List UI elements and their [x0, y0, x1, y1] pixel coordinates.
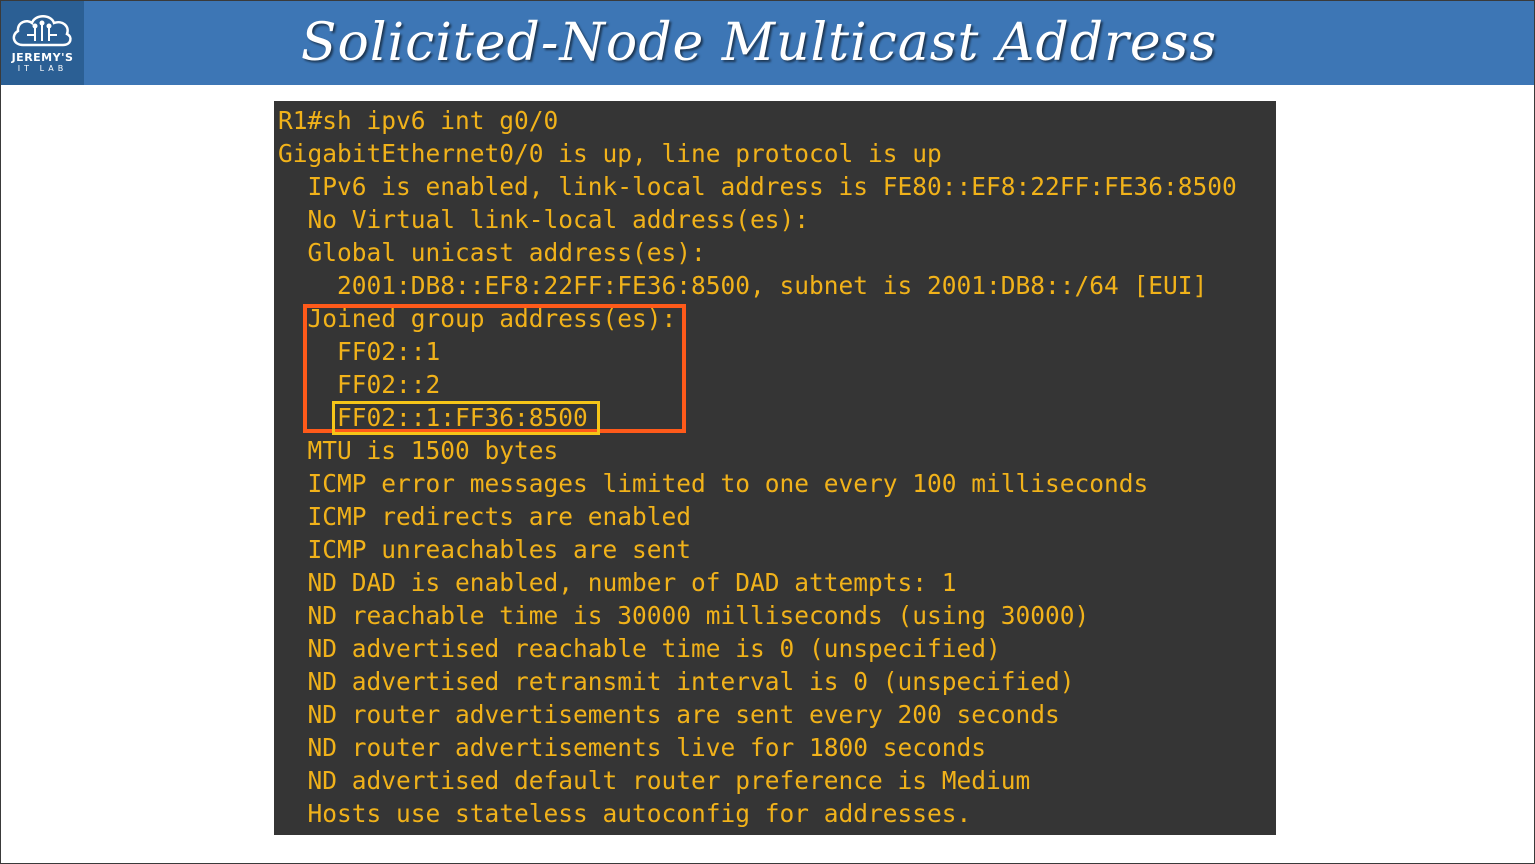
- terminal-line: ICMP error messages limited to one every…: [278, 469, 1149, 498]
- logo-text-primary: JEREMY'S: [11, 51, 74, 64]
- terminal-line: ND advertised reachable time is 0 (unspe…: [278, 634, 1001, 663]
- terminal-line: ND DAD is enabled, number of DAD attempt…: [278, 568, 957, 597]
- terminal-line: ICMP redirects are enabled: [278, 502, 692, 531]
- terminal-line: Global unicast address(es):: [278, 238, 706, 267]
- terminal-line: IPv6 is enabled, link-local address is F…: [278, 172, 1237, 201]
- terminal-line: GigabitEthernet0/0 is up, line protocol …: [278, 139, 942, 168]
- terminal-line: ND router advertisements are sent every …: [278, 700, 1060, 729]
- solicited-node-highlight-box: [332, 401, 600, 435]
- terminal-line: ND advertised retransmit interval is 0 (…: [278, 667, 1075, 696]
- terminal-line: MTU is 1500 bytes: [278, 436, 559, 465]
- terminal-line: ND router advertisements live for 1800 s…: [278, 733, 987, 762]
- terminal-line: Hosts use stateless autoconfig for addre…: [278, 799, 972, 828]
- logo-text-secondary: IT LAB: [17, 64, 68, 73]
- terminal-line-command: R1#sh ipv6 int g0/0: [278, 106, 559, 135]
- terminal-line: ICMP unreachables are sent: [278, 535, 692, 564]
- cloud-circuit-icon: [12, 15, 72, 47]
- terminal-line: ND reachable time is 30000 milliseconds …: [278, 601, 1090, 630]
- terminal-line: ND advertised default router preference …: [278, 766, 1031, 795]
- terminal-line: No Virtual link-local address(es):: [278, 205, 810, 234]
- logo: JEREMY'S IT LAB: [1, 1, 84, 85]
- terminal-line: 2001:DB8::EF8:22FF:FE36:8500, subnet is …: [278, 271, 1208, 300]
- slide-title: Solicited-Node Multicast Address: [300, 13, 1218, 73]
- terminal-output: R1#sh ipv6 int g0/0 GigabitEthernet0/0 i…: [274, 101, 1276, 835]
